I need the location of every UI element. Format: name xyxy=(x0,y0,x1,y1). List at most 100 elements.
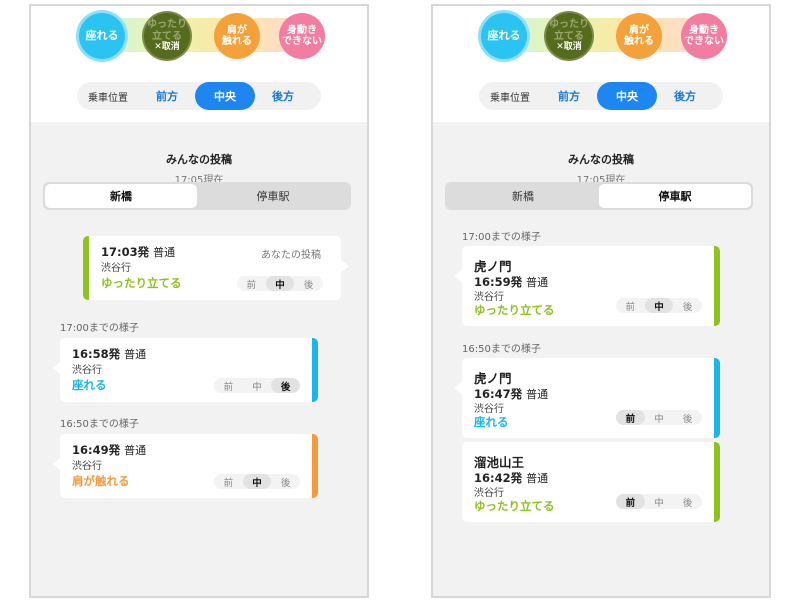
destination: 渋谷行 xyxy=(72,461,102,472)
status-button-sit[interactable]: 座れる xyxy=(79,13,125,59)
train-type: 普通 xyxy=(526,388,549,401)
position-selector: 乗車位置 前方 中央 後方 xyxy=(479,82,723,110)
zone-middle: 中 xyxy=(654,497,664,509)
status-button-no-move[interactable]: 身動き できない xyxy=(681,13,727,59)
post-card[interactable]: 16:58発 普通 渋谷行 座れる 前 中 後 xyxy=(52,338,318,402)
zone-back: 後 xyxy=(682,413,693,425)
zone-back: 後 xyxy=(280,477,291,489)
departure-time: 16:47発 xyxy=(474,387,523,401)
station-name: 虎ノ門 xyxy=(474,371,512,386)
departure-time: 16:59発 xyxy=(474,275,523,289)
zone-middle: 中 xyxy=(654,413,664,425)
status-button-relax-selected[interactable]: ゆったり 立てる ✕取消 xyxy=(144,13,190,59)
destination: 渋谷行 xyxy=(474,488,504,499)
car-zone-indicator: 前 中 後 xyxy=(214,378,301,393)
car-zone-indicator: 前 中 後 xyxy=(214,474,300,489)
status-selector-area: 座れる ゆったり 立てる ✕取消 肩が 触れる 身動き できない 乗車位置 前方… xyxy=(433,6,769,122)
tab-shinbashi[interactable]: 新橋 xyxy=(447,184,599,208)
zone-front: 前 xyxy=(223,477,234,489)
section-title: みんなの投稿 xyxy=(568,153,634,166)
status-button-label: 肩が xyxy=(629,24,649,36)
screen-right: 座れる ゆったり 立てる ✕取消 肩が 触れる 身動き できない 乗車位置 前方… xyxy=(431,4,771,598)
status-button-label: できない xyxy=(684,36,724,47)
departure-time: 16:42発 xyxy=(474,471,523,485)
zone-front: 前 xyxy=(246,279,257,291)
train-type: 普通 xyxy=(124,348,147,361)
status-color-bar xyxy=(714,442,720,522)
status-button-no-move[interactable]: 身動き できない xyxy=(279,13,325,59)
status-text: 座れる xyxy=(72,378,107,392)
tab-stopping-stations[interactable]: 停車駅 xyxy=(599,184,751,208)
destination: 渋谷行 xyxy=(474,404,504,415)
destination: 渋谷行 xyxy=(72,365,102,376)
position-selector: 乗車位置 前方 中央 後方 xyxy=(77,82,321,110)
zone-middle: 中 xyxy=(242,474,272,489)
status-button-label: 立てる xyxy=(554,30,584,42)
station-name: 溜池山王 xyxy=(474,455,525,470)
zone-middle: 中 xyxy=(265,276,295,291)
tab-shinbashi[interactable]: 新橋 xyxy=(45,184,197,208)
departure-time: 16:49発 xyxy=(72,443,121,457)
zone-front: 前 xyxy=(223,381,234,393)
screen-left: 座れる ゆったり 立てる ✕取消 肩が 触れる 身動き できない 乗車位置 前方… xyxy=(29,4,369,598)
departure-time: 16:58発 xyxy=(72,347,121,361)
status-button-shoulder[interactable]: 肩が 触れる xyxy=(214,13,260,59)
my-post-badge: あなたの投稿 xyxy=(261,250,321,261)
status-button-label: 座れる xyxy=(487,28,521,42)
departure-line: 16:58発 普通 xyxy=(72,346,146,362)
departure-time: 17:03発 xyxy=(101,245,150,259)
status-color-bar xyxy=(83,236,89,300)
status-button-label: できない xyxy=(282,36,322,47)
zone-middle: 中 xyxy=(252,381,262,393)
status-button-label: 触れる xyxy=(222,36,252,47)
destination: 渋谷行 xyxy=(101,263,131,274)
zone-back: 後 xyxy=(682,301,693,313)
status-button-label: 肩が xyxy=(227,24,247,36)
status-button-relax-selected[interactable]: ゆったり 立てる ✕取消 xyxy=(546,13,592,59)
status-color-bar xyxy=(312,338,318,402)
train-type: 普通 xyxy=(526,472,549,485)
position-middle-button[interactable]: 中央 xyxy=(597,82,657,110)
status-button-label: 身動き xyxy=(287,24,317,36)
train-type: 普通 xyxy=(526,276,549,289)
card-pointer xyxy=(454,382,462,394)
cancel-label: ✕取消 xyxy=(154,42,180,53)
status-button-label: 触れる xyxy=(624,36,654,47)
time-group-label: 16:50までの様子 xyxy=(462,344,541,355)
position-middle-button[interactable]: 中央 xyxy=(195,82,255,110)
tab-stopping-stations[interactable]: 停車駅 xyxy=(197,184,349,208)
tab-switcher: 新橋 停車駅 xyxy=(445,182,753,210)
status-button-label: 座れる xyxy=(85,28,119,42)
my-post-card[interactable]: 17:03発 普通 渋谷行 ゆったり立てる あなたの投稿 前 中 後 xyxy=(83,236,349,300)
car-zone-indicator: 前 中 後 xyxy=(616,494,702,509)
position-back-button[interactable]: 後方 xyxy=(657,82,713,110)
station-post-card[interactable]: 溜池山王 16:42発 普通 渋谷行 ゆったり立てる 前 中 後 xyxy=(462,442,720,522)
car-zone-indicator: 前 中 後 xyxy=(237,276,323,291)
section-title: みんなの投稿 xyxy=(166,153,232,166)
car-zone-indicator: 前 中 後 xyxy=(616,298,702,313)
station-post-card[interactable]: 虎ノ門 16:47発 普通 渋谷行 座れる 前 中 後 xyxy=(454,358,720,438)
tab-switcher: 新橋 停車駅 xyxy=(43,182,351,210)
position-front-button[interactable]: 前方 xyxy=(139,82,195,110)
zone-middle: 中 xyxy=(644,298,674,313)
station-name: 虎ノ門 xyxy=(474,259,512,274)
cancel-label: ✕取消 xyxy=(556,42,582,53)
card-pointer xyxy=(52,362,60,374)
card-pointer xyxy=(454,270,462,282)
train-type: 普通 xyxy=(153,246,176,259)
status-button-sit[interactable]: 座れる xyxy=(481,13,527,59)
train-type: 普通 xyxy=(124,444,147,457)
time-group-label: 17:00までの様子 xyxy=(462,232,541,243)
status-text: ゆったり立てる xyxy=(101,276,182,290)
status-button-label: 立てる xyxy=(152,30,182,42)
status-button-shoulder[interactable]: 肩が 触れる xyxy=(616,13,662,59)
status-text: 肩が触れる xyxy=(72,474,130,488)
car-zone-indicator: 前 中 後 xyxy=(616,410,702,425)
station-post-card[interactable]: 虎ノ門 16:59発 普通 渋谷行 ゆったり立てる 前 中 後 xyxy=(454,246,720,326)
status-text: ゆったり立てる xyxy=(474,499,555,513)
departure-line: 17:03発 普通 xyxy=(101,244,175,260)
position-back-button[interactable]: 後方 xyxy=(255,82,311,110)
post-card[interactable]: 16:49発 普通 渋谷行 肩が触れる 前 中 後 xyxy=(52,434,318,498)
position-front-button[interactable]: 前方 xyxy=(541,82,597,110)
zone-front: 前 xyxy=(616,494,645,509)
